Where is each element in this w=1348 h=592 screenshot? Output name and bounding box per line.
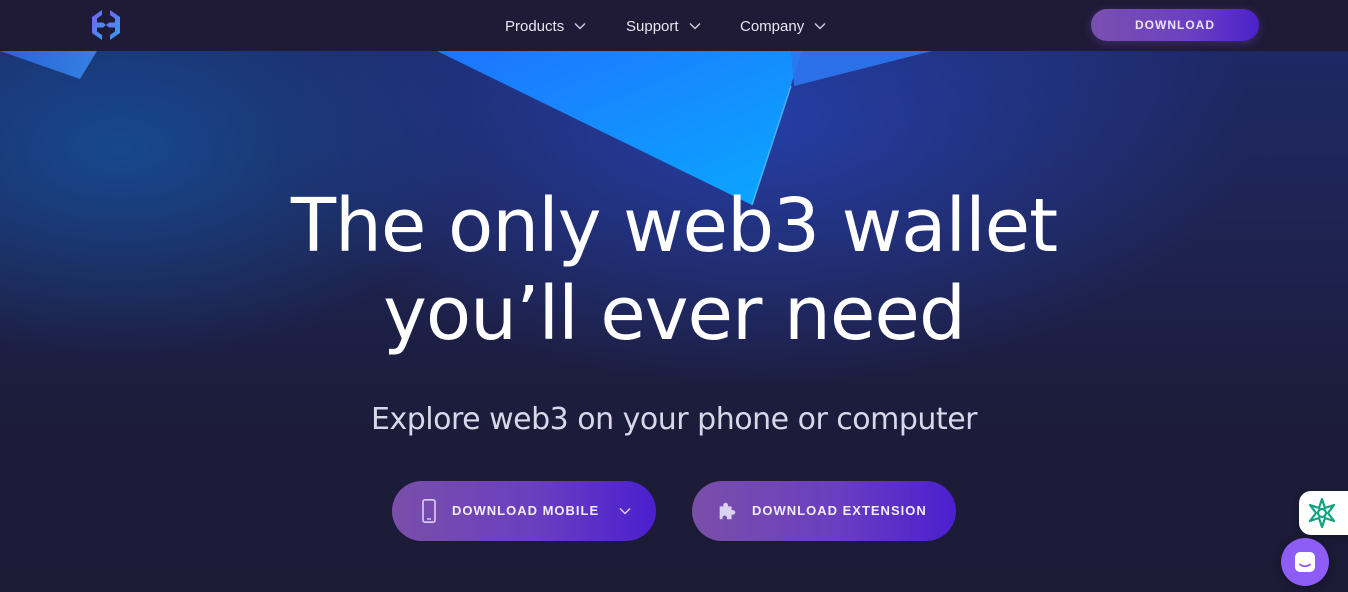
- crystal-shard-right: [791, 51, 932, 86]
- nav-company-label: Company: [740, 17, 805, 35]
- nav-support-label: Support: [626, 17, 679, 35]
- assistant-widget-button[interactable]: [1299, 491, 1348, 535]
- crystal-shard-left: [0, 51, 97, 79]
- ai-star-icon: [1308, 497, 1336, 529]
- hero-headline-line2: you’ll ever need: [383, 271, 966, 357]
- smartphone-icon: [422, 499, 436, 523]
- exodus-logo-icon[interactable]: [89, 8, 123, 42]
- download-extension-button[interactable]: DOWNLOAD EXTENSION: [692, 481, 956, 541]
- download-mobile-label: DOWNLOAD MOBILE: [452, 503, 600, 518]
- nav-company[interactable]: Company: [740, 16, 826, 36]
- chat-launcher-button[interactable]: [1281, 538, 1329, 586]
- chevron-down-icon: [689, 22, 701, 30]
- chat-icon: [1295, 552, 1315, 572]
- hero-subheadline: Explore web3 on your phone or computer: [371, 402, 978, 437]
- nav-products-label: Products: [505, 17, 565, 35]
- chevron-down-icon: [814, 22, 826, 30]
- chevron-down-icon: [619, 507, 631, 515]
- nav-download-button[interactable]: DOWNLOAD: [1091, 9, 1259, 41]
- hero-headline: The only web3 wallet you’ll ever need: [0, 182, 1348, 358]
- chevron-down-icon: [574, 22, 586, 30]
- top-navbar: Products Support Company DOWNLOAD: [0, 0, 1348, 51]
- download-extension-label: DOWNLOAD EXTENSION: [752, 503, 927, 518]
- hero-headline-line1: The only web3 wallet: [290, 183, 1058, 269]
- nav-products[interactable]: Products: [505, 16, 586, 36]
- nav-support[interactable]: Support: [626, 16, 701, 36]
- download-mobile-button[interactable]: DOWNLOAD MOBILE: [392, 481, 656, 541]
- puzzle-piece-icon: [719, 502, 736, 520]
